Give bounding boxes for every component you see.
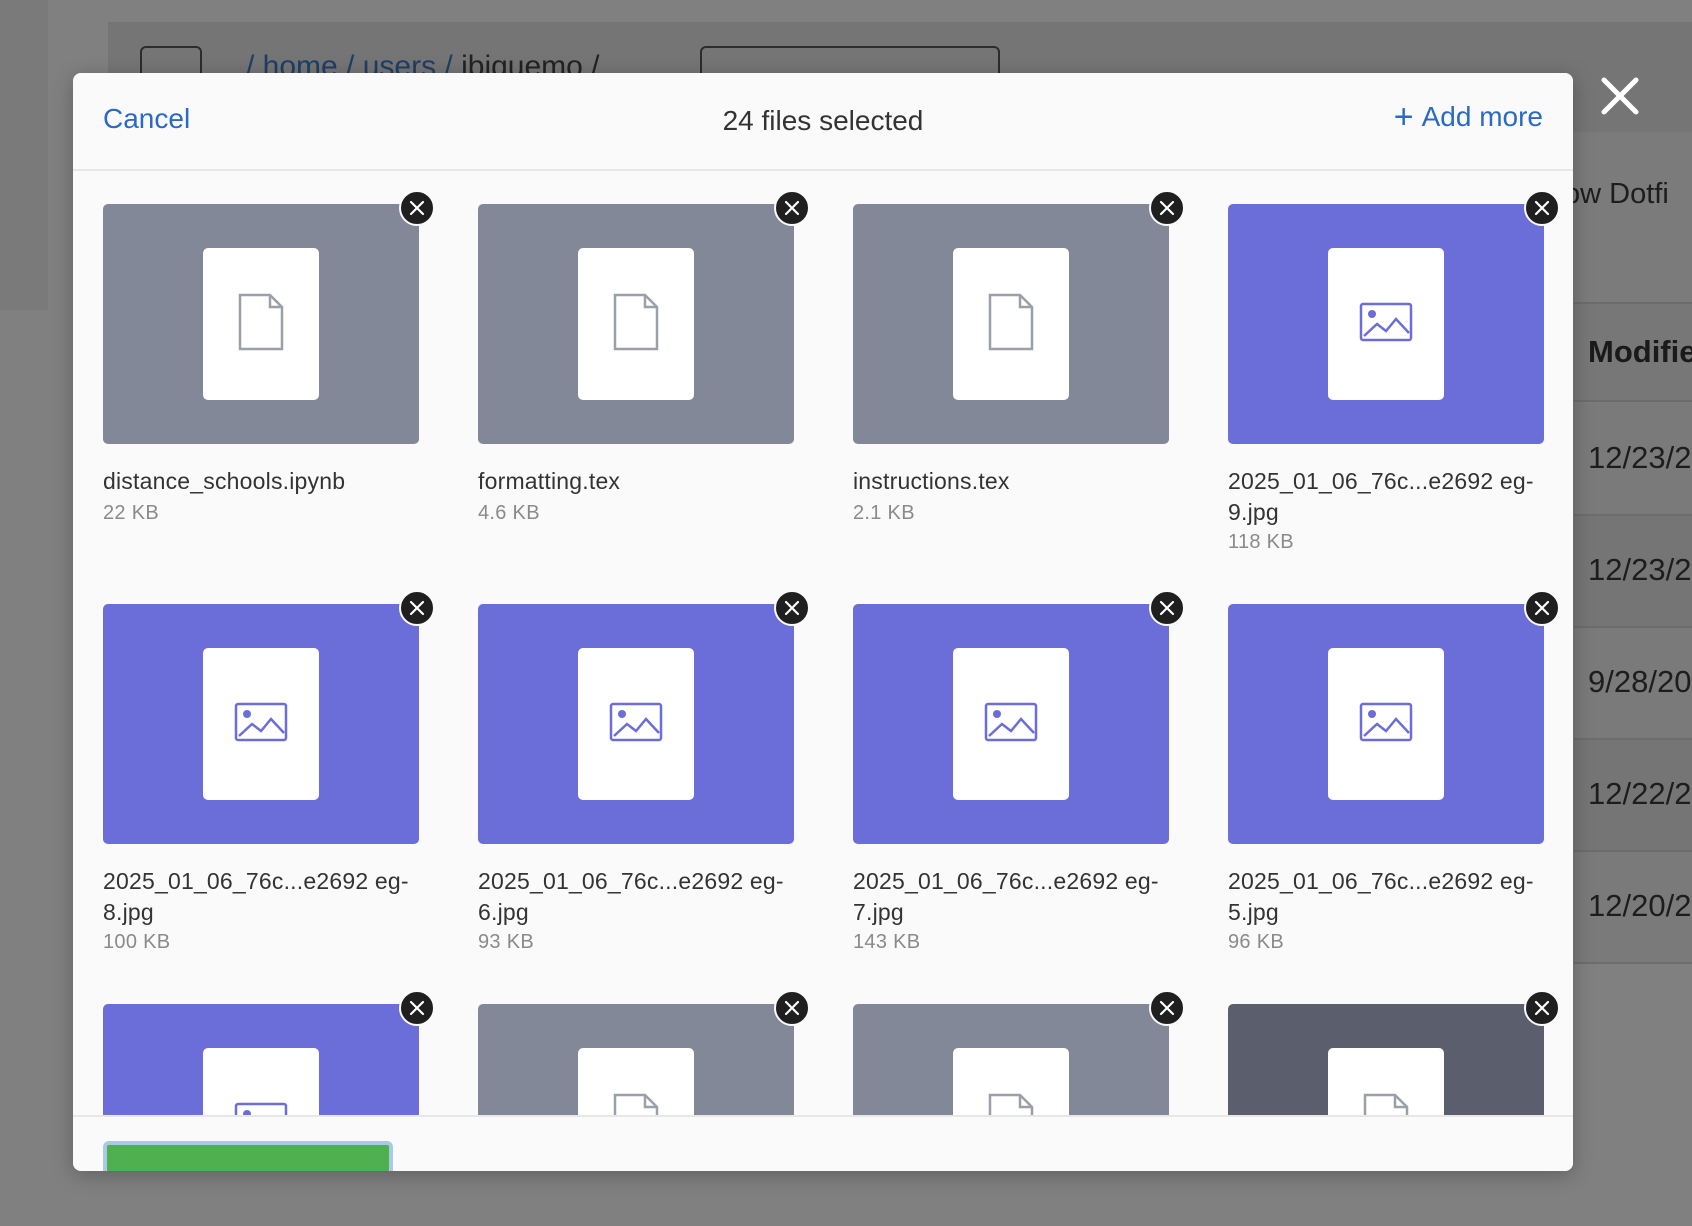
file-preview-card xyxy=(203,648,319,800)
file-name: distance_schools.ipynb xyxy=(103,468,346,494)
remove-file-close-icon[interactable] xyxy=(399,590,435,626)
background-column-modified: Modifie xyxy=(1588,334,1692,369)
file-thumbnail xyxy=(1228,1004,1544,1115)
file-thumbnail xyxy=(478,604,794,844)
file-icon xyxy=(612,1092,660,1115)
background-dotfiles-label: ow Dotfi xyxy=(1564,178,1669,210)
remove-file-close-icon[interactable] xyxy=(774,990,810,1026)
file-name: formatting.tex xyxy=(478,468,621,494)
file-icon xyxy=(237,292,285,357)
file-size: 100 KB xyxy=(103,931,171,953)
file-preview-card xyxy=(953,248,1069,400)
file-preview-card xyxy=(953,1048,1069,1115)
file-thumbnail xyxy=(478,1004,794,1115)
file-size: 143 KB xyxy=(853,931,921,953)
file-icon xyxy=(612,292,660,357)
remove-file-close-icon[interactable] xyxy=(1524,590,1560,626)
file-preview-card xyxy=(1328,1048,1444,1115)
file-thumbnail xyxy=(478,204,794,444)
dialog-footer: Upload 24 files xyxy=(73,1115,1573,1171)
background-sidebar xyxy=(0,0,48,310)
upload-dialog: Cancel 24 files selected + Add more dista… xyxy=(73,73,1573,1171)
image-icon xyxy=(234,1102,288,1115)
plus-icon: + xyxy=(1393,98,1414,136)
image-icon xyxy=(609,702,663,747)
file-preview-card xyxy=(578,248,694,400)
remove-file-close-icon[interactable] xyxy=(774,190,810,226)
file-preview-card xyxy=(203,248,319,400)
file-name: instructions.tex xyxy=(853,468,1010,494)
file-size: 118 KB xyxy=(1228,531,1294,553)
file-size: 22 KB xyxy=(103,502,159,524)
remove-file-close-icon[interactable] xyxy=(1524,190,1560,226)
file-preview-card xyxy=(578,1048,694,1115)
remove-file-close-icon[interactable] xyxy=(774,590,810,626)
file-thumbnail xyxy=(853,604,1169,844)
remove-file-close-icon[interactable] xyxy=(399,190,435,226)
file-preview-card xyxy=(203,1048,319,1115)
remove-file-close-icon[interactable] xyxy=(1149,990,1185,1026)
file-thumbnail xyxy=(1228,204,1544,444)
file-icon xyxy=(1362,1092,1410,1115)
remove-file-close-icon[interactable] xyxy=(1149,590,1185,626)
image-icon xyxy=(234,702,288,747)
file-preview-card xyxy=(953,648,1069,800)
file-thumbnail xyxy=(1228,604,1544,844)
close-modal-icon[interactable] xyxy=(1596,72,1644,120)
file-preview-card xyxy=(578,648,694,800)
file-size: 96 KB xyxy=(1228,931,1284,953)
file-name: 2025_01_06_76c...e2692 eg-5.jpg xyxy=(1228,868,1534,925)
file-thumbnail xyxy=(103,1004,419,1115)
background-row: 12/20/2 xyxy=(1574,852,1692,964)
add-more-button[interactable]: + Add more xyxy=(1393,98,1543,136)
file-grid[interactable]: distance_schools.ipynb 22 KB formatting.te… xyxy=(73,173,1573,1115)
file-preview-card xyxy=(1328,248,1444,400)
file-name: 2025_01_06_76c...e2692 eg-8.jpg xyxy=(103,868,409,925)
remove-file-close-icon[interactable] xyxy=(399,990,435,1026)
file-thumbnail xyxy=(103,204,419,444)
dialog-header: Cancel 24 files selected + Add more xyxy=(73,73,1573,171)
file-size: 2.1 KB xyxy=(853,502,915,524)
add-more-label: Add more xyxy=(1421,101,1543,132)
background-row: 9/28/20 xyxy=(1574,628,1692,740)
image-icon xyxy=(1359,702,1413,747)
upload-button[interactable]: Upload 24 files xyxy=(103,1141,393,1171)
file-name: 2025_01_06_76c...e2692 eg-7.jpg xyxy=(853,868,1159,925)
background-row: 12/23/2 xyxy=(1574,516,1692,628)
dialog-title: 24 files selected xyxy=(722,105,924,136)
remove-file-close-icon[interactable] xyxy=(1524,990,1560,1026)
file-thumbnail xyxy=(853,1004,1169,1115)
file-size: 4.6 KB xyxy=(478,502,540,524)
background-row: 12/23/2 xyxy=(1574,404,1692,516)
remove-file-close-icon[interactable] xyxy=(1149,190,1185,226)
file-thumbnail xyxy=(103,604,419,844)
file-thumbnail xyxy=(853,204,1169,444)
file-icon xyxy=(987,292,1035,357)
file-icon xyxy=(987,1092,1035,1115)
file-name: 2025_01_06_76c...e2692 eg-6.jpg xyxy=(478,868,784,925)
background-row: 12/22/2 xyxy=(1574,740,1692,852)
image-icon xyxy=(1359,302,1413,347)
file-preview-card xyxy=(1328,648,1444,800)
file-name: 2025_01_06_76c...e2692 eg-9.jpg xyxy=(1228,468,1534,525)
image-icon xyxy=(984,702,1038,747)
file-size: 93 KB xyxy=(478,931,534,953)
